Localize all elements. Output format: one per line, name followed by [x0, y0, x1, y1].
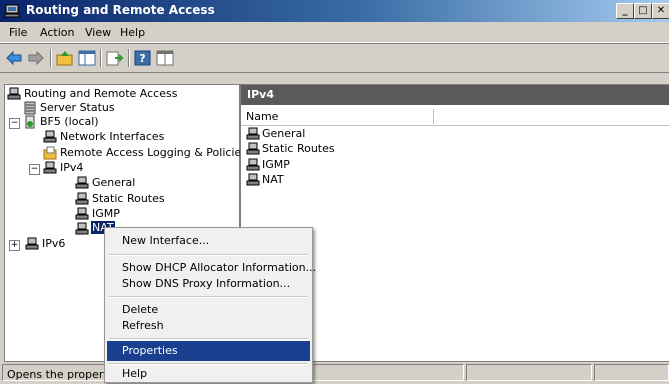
toolbar-separator	[128, 49, 130, 67]
menu-action[interactable]: Action	[40, 26, 74, 39]
routing-app-icon	[4, 4, 20, 18]
status-text: Opens the propertie	[7, 368, 118, 381]
server-status-icon	[24, 101, 36, 115]
ipv4-icon	[43, 161, 57, 174]
export-list-icon[interactable]	[106, 50, 124, 66]
menu-item-help[interactable]: Help	[107, 364, 310, 384]
context-menu: New Interface... Show DHCP Allocator Inf…	[104, 227, 316, 384]
status-panel	[466, 364, 592, 381]
tree-item-igmp[interactable]: IGMP	[92, 207, 120, 220]
logging-folder-icon	[43, 146, 57, 160]
expand-server-toggle[interactable]: −	[9, 118, 20, 129]
igmp-icon	[75, 207, 89, 220]
maximize-icon: □	[638, 5, 648, 16]
static-routes-icon	[246, 142, 260, 155]
close-button[interactable]: ✕	[652, 3, 669, 19]
minimize-icon: _	[622, 5, 628, 16]
window-title: Routing and Remote Access	[26, 3, 215, 17]
tree-item-ipv4[interactable]: IPv4	[60, 161, 83, 174]
back-arrow-icon[interactable]	[5, 50, 23, 66]
nat-icon	[75, 222, 89, 235]
general-icon	[246, 127, 260, 140]
toolbar-separator	[100, 49, 102, 67]
column-divider[interactable]	[433, 109, 434, 124]
menu-item-new-interface[interactable]: New Interface...	[107, 231, 310, 251]
expand-ipv4-toggle[interactable]: −	[29, 164, 40, 175]
details-title: IPv4	[247, 88, 274, 101]
close-icon: ✕	[656, 5, 666, 16]
minimize-button[interactable]: _	[616, 3, 634, 19]
toolbar: ?	[0, 43, 669, 73]
status-panel	[594, 364, 669, 381]
show-hide-tree-icon[interactable]	[78, 50, 96, 66]
column-header-row: Name	[241, 109, 669, 126]
list-item-nat[interactable]: NAT	[262, 173, 284, 186]
routing-server-icon	[7, 87, 21, 100]
menu-bar: File Action View Help	[0, 22, 669, 43]
network-interfaces-icon	[43, 130, 57, 143]
help-icon[interactable]: ?	[134, 50, 152, 66]
details-header: IPv4	[241, 85, 669, 105]
maximize-button[interactable]: □	[634, 3, 652, 19]
static-routes-icon	[75, 192, 89, 205]
menu-item-properties[interactable]: Properties	[107, 341, 310, 361]
menu-separator	[109, 254, 308, 256]
svg-text:?: ?	[139, 52, 145, 65]
igmp-icon	[246, 158, 260, 171]
collapse-icon: −	[30, 164, 39, 174]
forward-arrow-icon[interactable]	[27, 50, 45, 66]
expand-icon: +	[10, 240, 19, 250]
tree-item-remote-access-logging[interactable]: Remote Access Logging & Policies	[60, 146, 247, 159]
column-header-name[interactable]: Name	[246, 110, 278, 123]
up-folder-icon[interactable]	[56, 50, 74, 66]
menu-item-show-dns-proxy[interactable]: Show DNS Proxy Information...	[107, 274, 310, 294]
menu-separator	[109, 338, 308, 340]
ipv6-icon	[25, 237, 39, 250]
menu-help[interactable]: Help	[120, 26, 145, 39]
tree-item-server[interactable]: BF5 (local)	[40, 115, 99, 128]
tree-item-network-interfaces[interactable]: Network Interfaces	[60, 130, 164, 143]
nat-icon	[246, 173, 260, 186]
console-window-icon[interactable]	[156, 50, 174, 66]
tree-item-general[interactable]: General	[92, 176, 135, 189]
list-item-igmp[interactable]: IGMP	[262, 158, 290, 171]
menu-view[interactable]: View	[85, 26, 111, 39]
tree-item-static-routes[interactable]: Static Routes	[92, 192, 165, 205]
general-icon	[75, 176, 89, 189]
title-bar: Routing and Remote Access _ □ ✕	[0, 0, 669, 22]
server-icon	[25, 115, 35, 129]
list-item-static-routes[interactable]: Static Routes	[262, 142, 335, 155]
tree-item-root[interactable]: Routing and Remote Access	[24, 87, 177, 100]
collapse-icon: −	[10, 118, 19, 128]
tree-item-ipv6[interactable]: IPv6	[42, 237, 65, 250]
toolbar-separator	[50, 49, 52, 67]
menu-separator	[109, 296, 308, 298]
menu-item-refresh[interactable]: Refresh	[107, 316, 310, 336]
expand-ipv6-toggle[interactable]: +	[9, 240, 20, 251]
tree-item-server-status[interactable]: Server Status	[40, 101, 115, 114]
menu-file[interactable]: File	[9, 26, 27, 39]
status-bar: Opens the propertie	[0, 362, 669, 381]
list-item-general[interactable]: General	[262, 127, 305, 140]
